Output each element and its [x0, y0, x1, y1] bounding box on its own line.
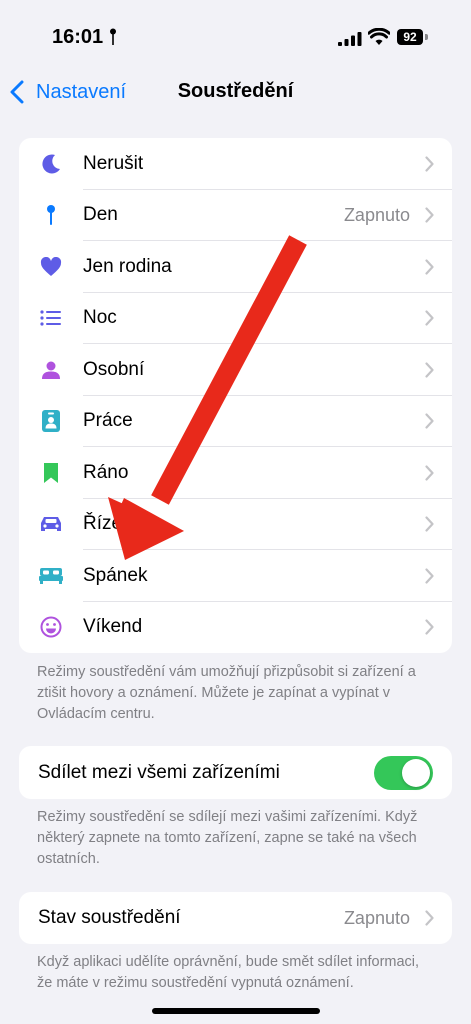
pin-icon: [39, 203, 63, 227]
location-icon: [110, 28, 116, 45]
share-across-devices-row: Sdílet mezi všemi zařízeními: [19, 746, 452, 799]
chevron-right-icon: [425, 910, 434, 926]
badge-icon: [39, 409, 63, 433]
share-footer: Režimy soustředění se sdílejí mezi vašim…: [37, 809, 418, 867]
focus-status-footer: Když aplikaci udělíte oprávnění, bude sm…: [37, 954, 420, 991]
home-indicator[interactable]: [152, 1008, 320, 1014]
battery-icon: 92: [397, 29, 423, 45]
chevron-right-icon: [425, 516, 434, 532]
focus-mode-row-nerusit[interactable]: Nerušit: [19, 138, 452, 190]
focus-mode-label: Řízení: [83, 513, 138, 535]
moon-icon: [39, 152, 63, 176]
focus-status-label: Stav soustředění: [38, 907, 181, 928]
list-icon: [39, 306, 63, 330]
chevron-right-icon: [425, 619, 434, 635]
toggle-knob: [402, 759, 430, 787]
focus-mode-label: Jen rodina: [83, 255, 172, 277]
focus-mode-label: Ráno: [83, 461, 129, 483]
status-bar: 16:01 92: [0, 0, 471, 70]
chevron-right-icon: [425, 465, 434, 481]
focus-mode-label: Den: [83, 204, 118, 226]
focus-mode-label: Osobní: [83, 358, 145, 380]
focus-mode-row-den[interactable]: Den Zapnuto: [19, 190, 452, 241]
focus-mode-row-osobni[interactable]: Osobní: [19, 344, 452, 396]
focus-mode-row-spanek[interactable]: Spánek: [19, 550, 452, 602]
focus-modes-list: Nerušit Den Zapnuto Jen rodina Noc Osobn…: [19, 138, 452, 653]
chevron-right-icon: [425, 207, 434, 223]
chevron-right-icon: [425, 156, 434, 172]
focus-mode-row-noc[interactable]: Noc: [19, 293, 452, 344]
focus-status-card: Stav soustředění Zapnuto: [19, 892, 452, 944]
bed-icon: [39, 564, 63, 588]
focus-mode-row-rano[interactable]: Ráno: [19, 447, 452, 499]
focus-mode-label: Noc: [83, 307, 117, 329]
focus-modes-footer: Režimy soustředění vám umožňují přizpůso…: [37, 664, 416, 722]
battery-cap: [425, 34, 428, 40]
heart-icon: [39, 255, 63, 279]
car-icon: [39, 512, 63, 536]
chevron-right-icon: [425, 362, 434, 378]
bookmark-icon: [39, 461, 63, 485]
focus-mode-row-prace[interactable]: Práce: [19, 396, 452, 447]
smiley-icon: [39, 615, 63, 639]
chevron-right-icon: [425, 568, 434, 584]
page-title: Soustředění: [177, 80, 294, 102]
chevron-right-icon: [425, 259, 434, 275]
focus-mode-label: Spánek: [83, 564, 148, 586]
share-across-devices-card: Sdílet mezi všemi zařízeními: [19, 746, 452, 799]
chevron-right-icon: [425, 413, 434, 429]
focus-mode-row-vikend[interactable]: Víkend: [19, 602, 452, 654]
focus-mode-value: Zapnuto: [343, 204, 410, 225]
focus-mode-row-jen-rodina[interactable]: Jen rodina: [19, 241, 452, 293]
focus-mode-row-rizeni[interactable]: Řízení: [19, 499, 452, 550]
share-across-devices-toggle[interactable]: [374, 756, 433, 790]
person-icon: [39, 358, 63, 382]
focus-mode-label: Nerušit: [83, 152, 144, 174]
cellular-signal-icon: [338, 32, 362, 46]
chevron-right-icon: [425, 310, 434, 326]
wifi-icon: [368, 28, 390, 45]
share-across-devices-label: Sdílet mezi všemi zařízeními: [38, 761, 280, 783]
status-time: 16:01: [52, 26, 104, 48]
focus-mode-label: Víkend: [83, 616, 143, 638]
focus-status-row[interactable]: Stav soustředění Zapnuto: [19, 892, 452, 944]
focus-status-value: Zapnuto: [343, 907, 410, 928]
focus-mode-label: Práce: [83, 410, 133, 432]
